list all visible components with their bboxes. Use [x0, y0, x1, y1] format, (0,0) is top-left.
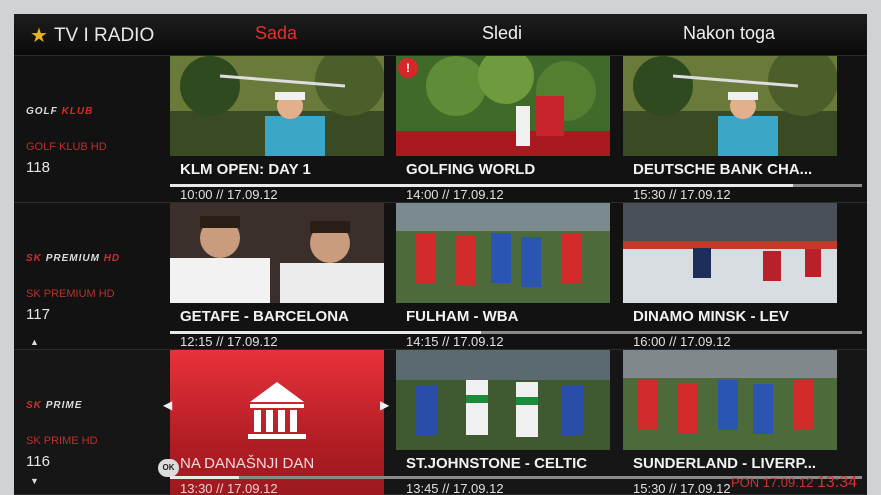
program-tile[interactable]: ! GOLFING WORLD 14:00 // 17.09.12 [396, 56, 610, 203]
channel-name: SK PREMIUM HD [26, 288, 115, 300]
program-tile[interactable]: KLM OPEN: DAY 1 10:00 // 17.09.12 [170, 56, 384, 203]
program-time: 13:30 // 17.09.12 [180, 481, 278, 495]
program-title: KLM OPEN: DAY 1 [180, 161, 311, 178]
program-title: ST.JOHNSTONE - CELTIC [406, 455, 588, 472]
channel-info[interactable]: GOLF KLUB GOLF KLUB HD 118 [14, 56, 164, 203]
scroll-down-icon[interactable]: ▼ [30, 476, 39, 486]
program-tile[interactable]: ST.JOHNSTONE - CELTIC 13:45 // 17.09.12 [396, 350, 610, 495]
channel-logo: GOLF KLUB [26, 106, 94, 117]
next-arrow-icon[interactable]: ▶ [380, 398, 389, 412]
program-title: GOLFING WORLD [406, 161, 536, 178]
channel-row-sk-prime: SK PRIME SK PRIME HD 116 ▼ ◀ ▶ NA DANAŠN… [14, 350, 867, 495]
program-thumbnail [396, 203, 610, 303]
program-tile[interactable]: FULHAM - WBA 14:15 // 17.09.12 [396, 203, 610, 350]
program-thumbnail [623, 56, 837, 156]
clock: PON 17.09.12 13:34 [731, 474, 857, 492]
program-time: 15:30 // 17.09.12 [633, 481, 731, 495]
scroll-up-icon[interactable]: ▲ [30, 337, 39, 347]
column-header-after: Nakon toga [682, 23, 776, 43]
program-time: 12:15 // 17.09.12 [180, 334, 278, 349]
channel-number: 118 [26, 159, 50, 176]
program-title: GETAFE - BARCELONA [180, 308, 349, 325]
program-time: 13:45 // 17.09.12 [406, 481, 504, 495]
program-thumbnail [396, 350, 610, 450]
bank-icon [248, 382, 306, 439]
program-tile[interactable]: DINAMO MINSK - LEV 16:00 // 17.09.12 [623, 203, 837, 350]
channel-name: GOLF KLUB HD [26, 141, 107, 153]
program-time: 15:30 // 17.09.12 [633, 187, 731, 202]
program-thumbnail [170, 350, 384, 450]
channel-number: 117 [26, 306, 50, 323]
tv-radio-title[interactable]: ★ TV I RADIO [30, 23, 154, 48]
program-time: 14:00 // 17.09.12 [406, 187, 504, 202]
clock-time: 13:34 [816, 474, 857, 491]
program-thumbnail [623, 350, 837, 450]
alert-icon: ! [398, 58, 418, 78]
program-thumbnail: ! [396, 56, 610, 156]
channel-info[interactable]: SK PRIME SK PRIME HD 116 ▼ [14, 350, 164, 495]
progress-bar [170, 184, 862, 187]
program-time: 14:15 // 17.09.12 [406, 334, 504, 349]
prev-arrow-icon[interactable]: ◀ [163, 398, 172, 412]
channel-logo: SK PRIME [26, 400, 83, 411]
column-header-next: Sledi [481, 23, 523, 43]
ok-button[interactable]: OK [158, 459, 179, 477]
program-tile[interactable]: GETAFE - BARCELONA 12:15 // 17.09.12 [170, 203, 384, 350]
channel-logo: SK PREMIUM HD [26, 253, 121, 264]
star-icon: ★ [30, 25, 48, 47]
guide-header: ★ TV I RADIO Sada Sledi Nakon toga [14, 14, 867, 56]
channel-number: 116 [26, 453, 50, 470]
program-title: DINAMO MINSK - LEV [633, 308, 789, 325]
channel-name: SK PRIME HD [26, 435, 98, 447]
program-time: 10:00 // 17.09.12 [180, 187, 278, 202]
column-header-now: Sada [254, 23, 298, 43]
channel-info[interactable]: SK PREMIUM HD SK PREMIUM HD 117 ▲ [14, 203, 164, 350]
program-thumbnail [170, 203, 384, 303]
clock-date: PON 17.09.12 [730, 475, 814, 490]
program-title: DEUTSCHE BANK CHA... [633, 161, 813, 178]
program-title: FULHAM - WBA [406, 308, 519, 325]
epg-screen: ★ TV I RADIO Sada Sledi Nakon toga GOLF … [14, 14, 867, 495]
program-thumbnail [170, 56, 384, 156]
progress-bar [170, 331, 862, 334]
program-title: NA DANAŠNJI DAN [180, 455, 315, 472]
tv-radio-label: TV I RADIO [53, 24, 155, 46]
channel-row-golf-klub: GOLF KLUB GOLF KLUB HD 118 KLM OPEN: DAY… [14, 56, 867, 203]
program-title: SUNDERLAND - LIVERP... [633, 455, 817, 472]
program-tile-selected[interactable]: ◀ ▶ NA DANAŠNJI DAN 13:30 // 17.09.12 OK [158, 350, 389, 495]
channel-row-sk-premium: SK PREMIUM HD SK PREMIUM HD 117 ▲ GETAFE… [14, 203, 867, 350]
program-tile[interactable]: DEUTSCHE BANK CHA... 15:30 // 17.09.12 [623, 56, 837, 203]
program-time: 16:00 // 17.09.12 [633, 334, 731, 349]
program-thumbnail [623, 203, 837, 303]
